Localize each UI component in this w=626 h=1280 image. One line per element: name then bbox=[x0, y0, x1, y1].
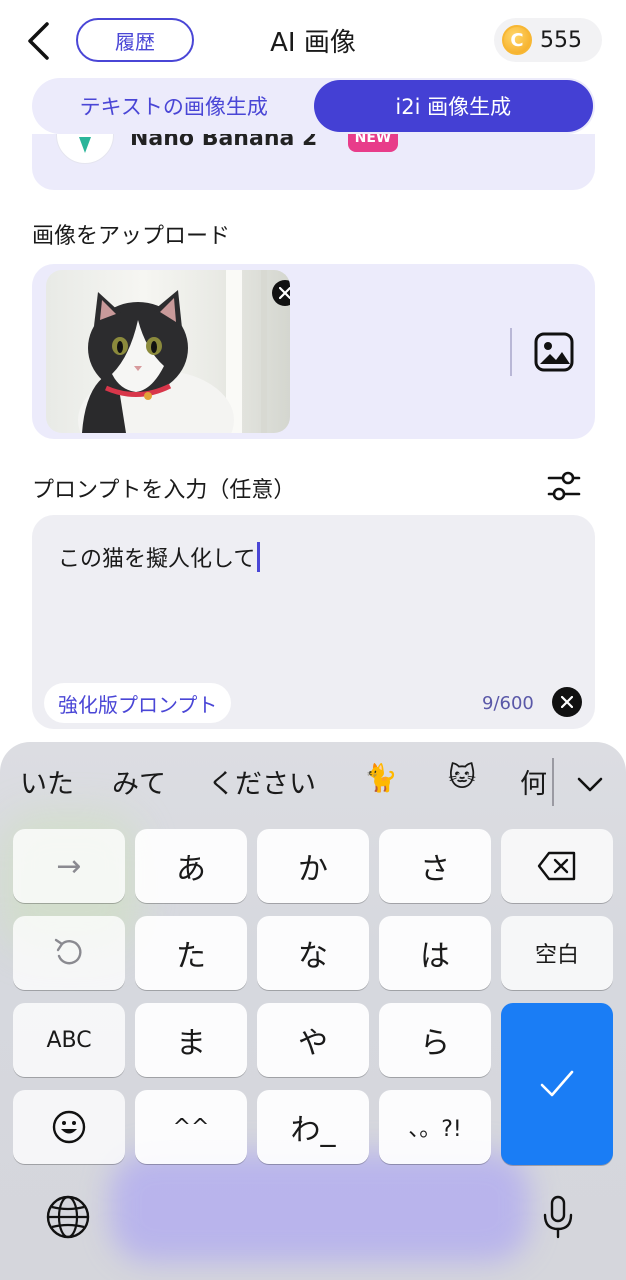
checkmark-icon bbox=[540, 1070, 574, 1097]
backspace-icon bbox=[537, 851, 576, 881]
key-na[interactable]: な bbox=[257, 916, 369, 990]
key-confirm[interactable] bbox=[501, 1003, 613, 1165]
model-logo-icon bbox=[79, 137, 91, 153]
expand-suggestions-button[interactable] bbox=[572, 766, 608, 802]
top-bar: 履歴 AI 画像 C 555 bbox=[0, 0, 626, 80]
suggestion[interactable]: いた bbox=[20, 762, 74, 801]
char-counter: 9/600 bbox=[482, 693, 534, 714]
key-ma[interactable]: ま bbox=[135, 1003, 247, 1077]
prompt-label: プロンプトを入力（任意） bbox=[32, 478, 296, 503]
add-image-button[interactable] bbox=[532, 330, 576, 374]
undo-icon bbox=[54, 938, 82, 965]
cat-photo bbox=[78, 290, 234, 433]
suggestion-divider bbox=[552, 758, 554, 806]
uploaded-image-thumbnail[interactable] bbox=[46, 270, 290, 433]
mode-tabs: テキストの画像生成 i2i 画像生成 bbox=[32, 78, 595, 134]
tab-image-to-image[interactable]: i2i 画像生成 bbox=[313, 80, 593, 132]
model-name: Nano Banana 2 bbox=[130, 134, 318, 151]
prompt-settings-button[interactable] bbox=[546, 468, 582, 504]
clear-prompt-button[interactable] bbox=[552, 687, 582, 717]
suggestion-bar: いた みて ください 🐈 🐱 何 bbox=[0, 742, 626, 822]
coin-count: 555 bbox=[540, 27, 582, 53]
enhance-prompt-button[interactable]: 強化版プロンプト bbox=[44, 683, 232, 723]
suggestion[interactable]: 🐱 bbox=[448, 762, 476, 793]
key-kaomoji[interactable]: ^^ bbox=[135, 1090, 247, 1164]
key-undo[interactable] bbox=[13, 916, 125, 990]
coin-icon: C bbox=[502, 25, 532, 55]
model-selector[interactable]: Nano Banana 2 NEW bbox=[32, 134, 595, 190]
key-backspace[interactable] bbox=[501, 829, 613, 903]
dictation-button[interactable] bbox=[534, 1193, 582, 1241]
coin-balance[interactable]: C 555 bbox=[494, 18, 602, 62]
model-avatar bbox=[56, 134, 114, 164]
upload-divider bbox=[510, 328, 512, 376]
back-button[interactable] bbox=[18, 20, 58, 62]
suggestion[interactable]: 🐈 bbox=[364, 762, 398, 794]
microphone-icon bbox=[543, 1195, 573, 1239]
key-ya[interactable]: や bbox=[257, 1003, 369, 1077]
key-space[interactable]: 空白 bbox=[501, 916, 613, 990]
key-ta[interactable]: た bbox=[135, 916, 247, 990]
key-punctuation[interactable]: 、。?! bbox=[379, 1090, 491, 1164]
prompt-text-wrap: この猫を擬人化して bbox=[58, 541, 261, 573]
key-emoji[interactable] bbox=[13, 1090, 125, 1164]
suggestion[interactable]: 何 bbox=[520, 762, 547, 801]
image-icon bbox=[534, 332, 574, 372]
upload-label: 画像をアップロード bbox=[32, 224, 231, 249]
suggestion[interactable]: みて bbox=[112, 762, 166, 801]
keyboard-backdrop bbox=[110, 1152, 530, 1262]
key-sa[interactable]: さ bbox=[379, 829, 491, 903]
key-wa[interactable]: わ_ bbox=[257, 1090, 369, 1164]
upload-area bbox=[32, 264, 595, 439]
close-icon bbox=[279, 287, 290, 299]
prompt-input[interactable]: この猫を擬人化して 強化版プロンプト 9/600 bbox=[32, 515, 595, 729]
chevron-left-icon bbox=[28, 22, 49, 60]
prompt-value: この猫を擬人化して bbox=[58, 547, 256, 572]
new-badge: NEW bbox=[348, 134, 398, 152]
tab-text-to-image[interactable]: テキストの画像生成 bbox=[34, 80, 314, 132]
chevron-down-icon bbox=[577, 777, 603, 792]
suggestion[interactable]: ください bbox=[208, 762, 316, 801]
key-abc[interactable]: ABC bbox=[13, 1003, 125, 1077]
system-keyboard: いた みて ください 🐈 🐱 何 → あ か さ た な は 空白 ABC ま … bbox=[0, 742, 626, 1280]
text-caret bbox=[257, 542, 261, 572]
globe-button[interactable] bbox=[44, 1193, 92, 1241]
sliders-icon bbox=[547, 471, 581, 501]
key-arrow[interactable]: → bbox=[13, 829, 125, 903]
close-icon bbox=[561, 696, 573, 708]
key-ka[interactable]: か bbox=[257, 829, 369, 903]
key-a[interactable]: あ bbox=[135, 829, 247, 903]
history-button[interactable]: 履歴 bbox=[76, 18, 194, 62]
key-ra[interactable]: ら bbox=[379, 1003, 491, 1077]
key-ha[interactable]: は bbox=[379, 916, 491, 990]
globe-icon bbox=[46, 1195, 90, 1239]
emoji-icon bbox=[52, 1110, 86, 1144]
